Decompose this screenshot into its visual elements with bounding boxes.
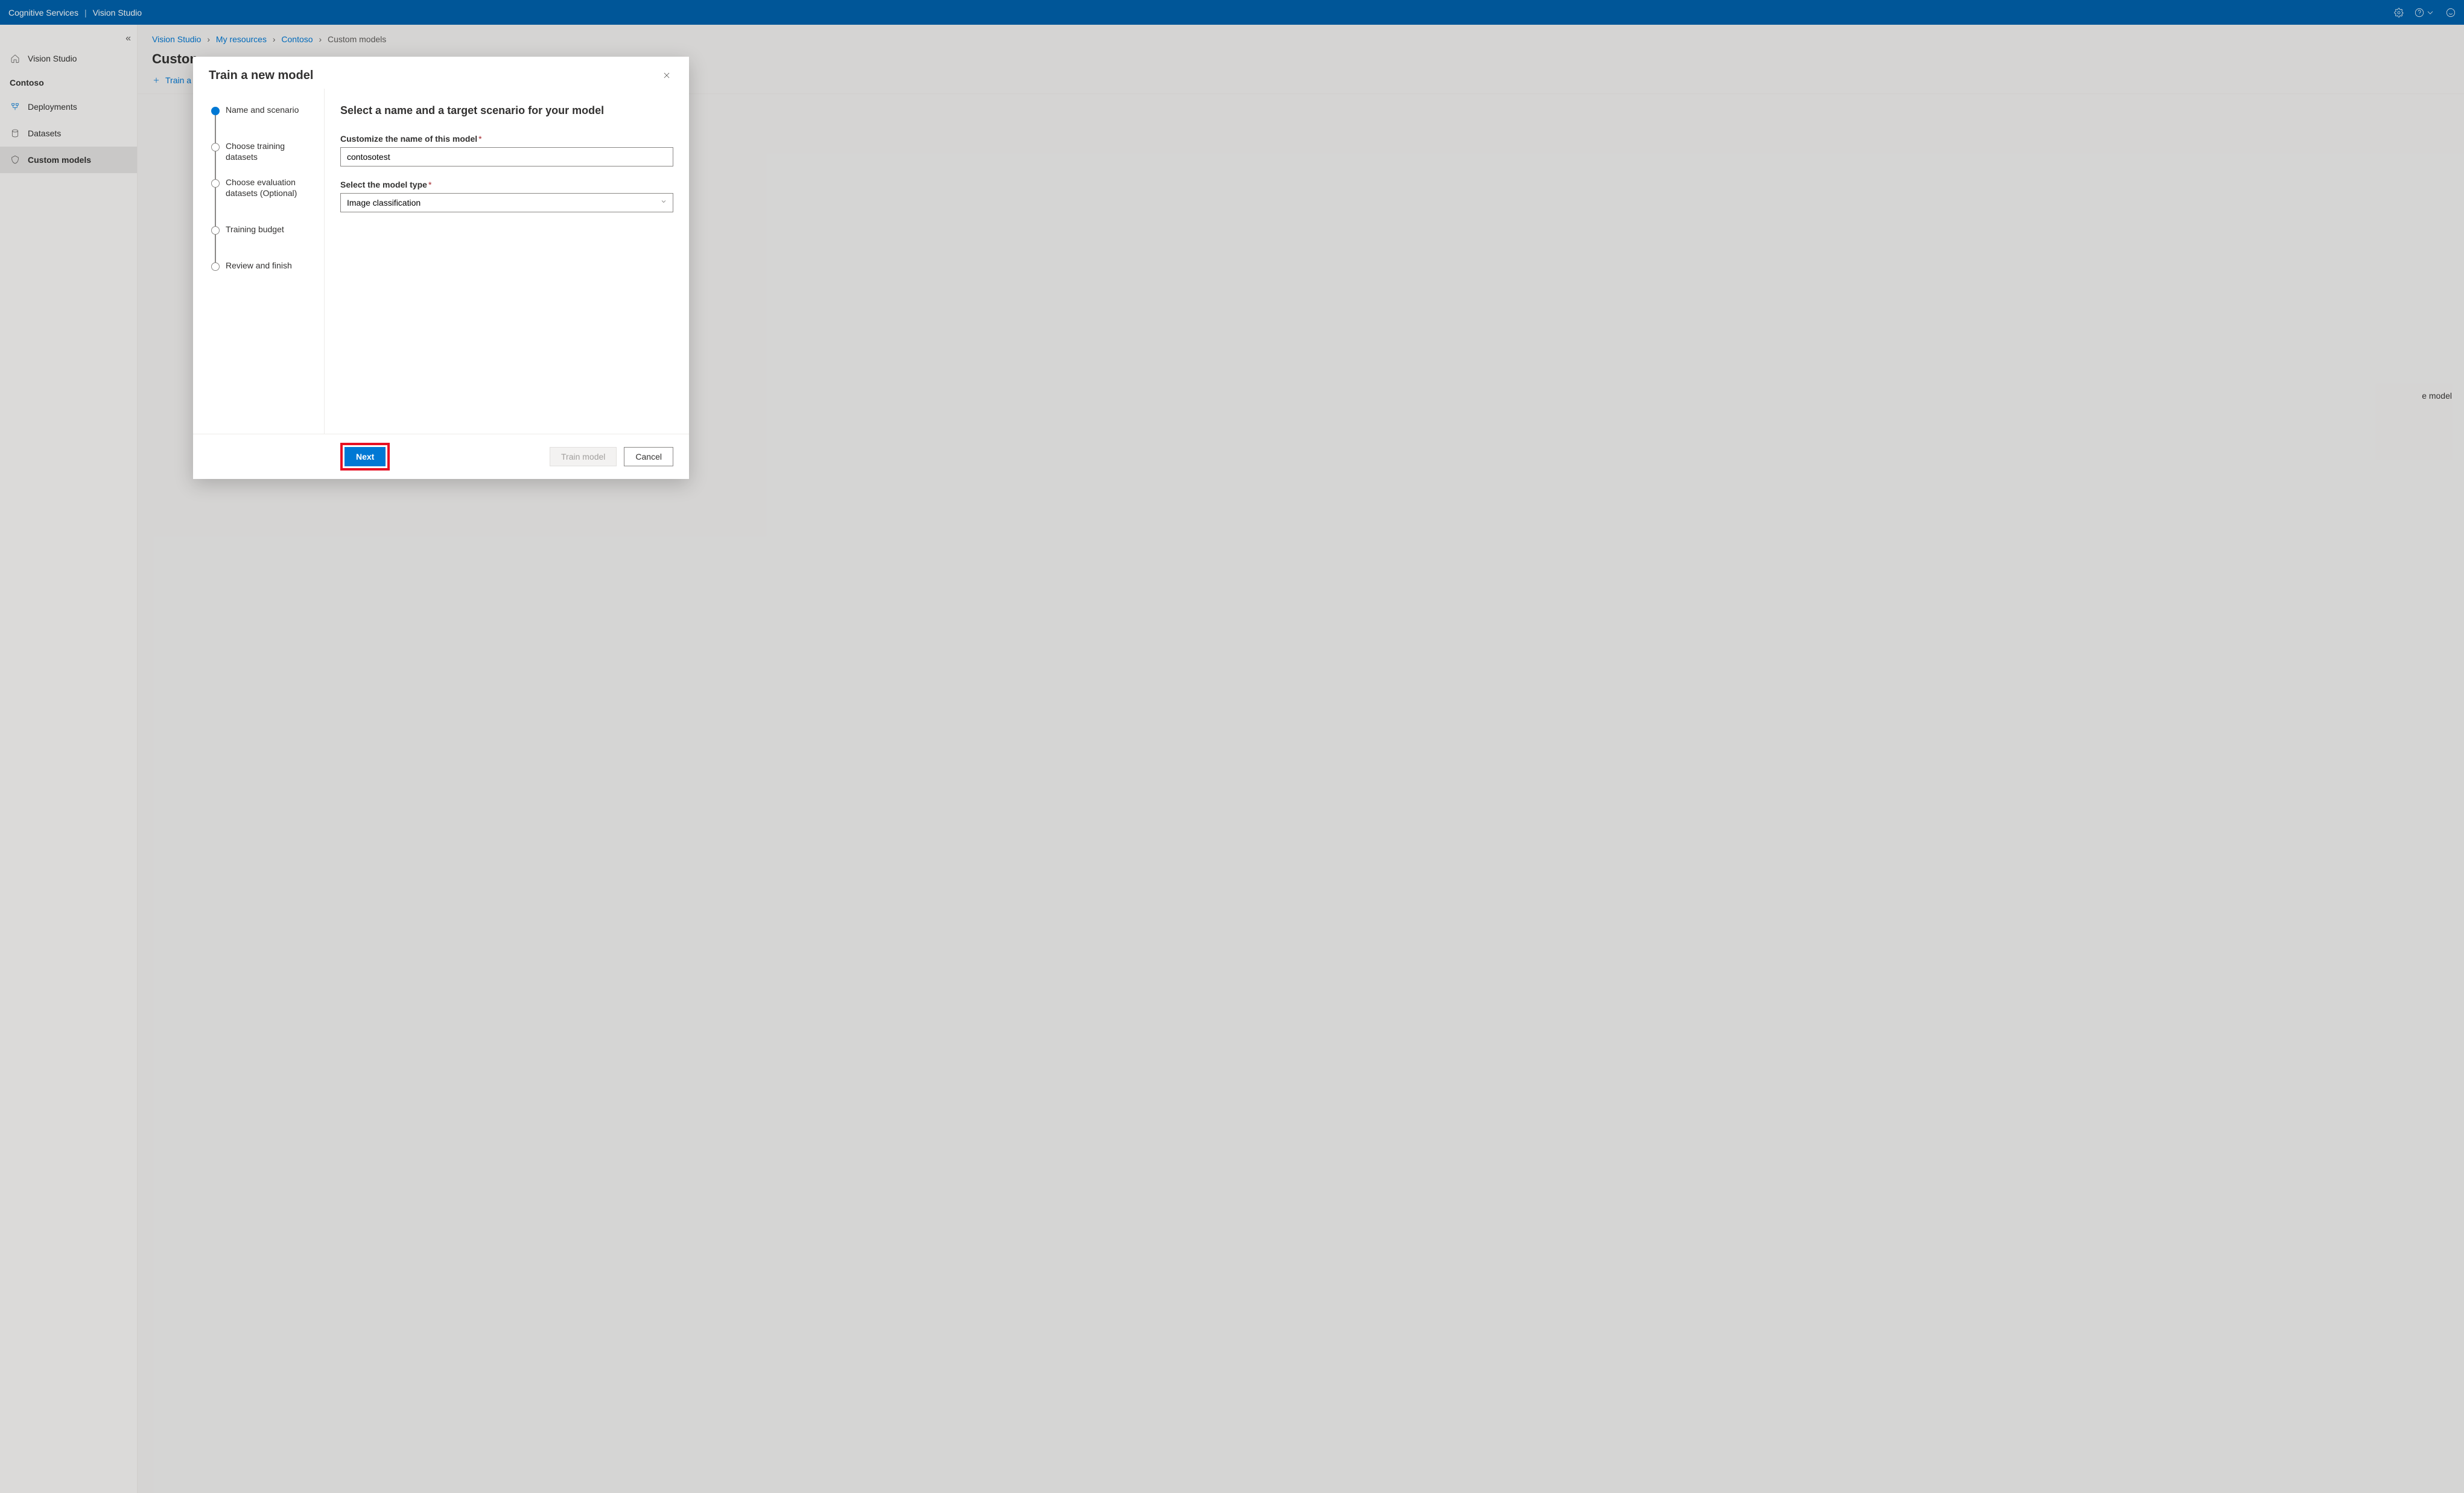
dialog-body: Name and scenario Choose training datase… [193,89,689,434]
model-name-input[interactable] [340,147,673,166]
wizard-step-name-scenario[interactable]: Name and scenario [211,104,313,141]
close-button[interactable] [660,69,673,85]
train-model-button: Train model [550,447,617,466]
footer-right: Train model Cancel [550,447,673,466]
required-indicator: * [478,134,481,144]
train-model-dialog: Train a new model Name and scenario Choo… [193,57,689,479]
step-bullet-icon [211,143,220,151]
step-bullet-icon [211,107,220,115]
step-heading: Select a name and a target scenario for … [340,104,673,117]
wizard-step-label: Training budget [226,224,284,235]
dialog-title: Train a new model [209,69,313,83]
step-connector [215,235,216,262]
wizard-nav: Name and scenario Choose training datase… [193,89,325,434]
model-name-label: Customize the name of this model* [340,134,673,144]
wizard-content: Select a name and a target scenario for … [325,89,689,434]
wizard-step-label: Choose training datasets [226,141,313,162]
step-bullet-icon [211,179,220,188]
wizard-step-label: Review and finish [226,260,292,271]
model-type-select[interactable] [340,193,673,212]
required-indicator: * [428,180,431,189]
step-bullet-icon [211,262,220,271]
step-connector [215,188,216,226]
wizard-step-review[interactable]: Review and finish [211,260,313,271]
footer-left: Next [340,443,390,471]
next-button[interactable]: Next [345,447,386,466]
cancel-button[interactable]: Cancel [624,447,673,466]
highlight-frame: Next [340,443,390,471]
dialog-footer: Next Train model Cancel [193,434,689,479]
wizard-step-label: Choose evaluation datasets (Optional) [226,177,313,198]
model-type-select-wrap [340,193,673,212]
wizard-step-eval-datasets[interactable]: Choose evaluation datasets (Optional) [211,177,313,224]
step-bullet-icon [211,226,220,235]
dialog-header: Train a new model [193,57,689,89]
wizard-step-label: Name and scenario [226,104,299,115]
close-icon [662,71,671,80]
wizard-step-training-datasets[interactable]: Choose training datasets [211,141,313,177]
behind-text-fragment: e model [2422,391,2452,401]
wizard-step-budget[interactable]: Training budget [211,224,313,260]
model-type-label: Select the model type* [340,180,673,189]
step-connector [215,151,216,179]
step-connector [215,115,216,143]
